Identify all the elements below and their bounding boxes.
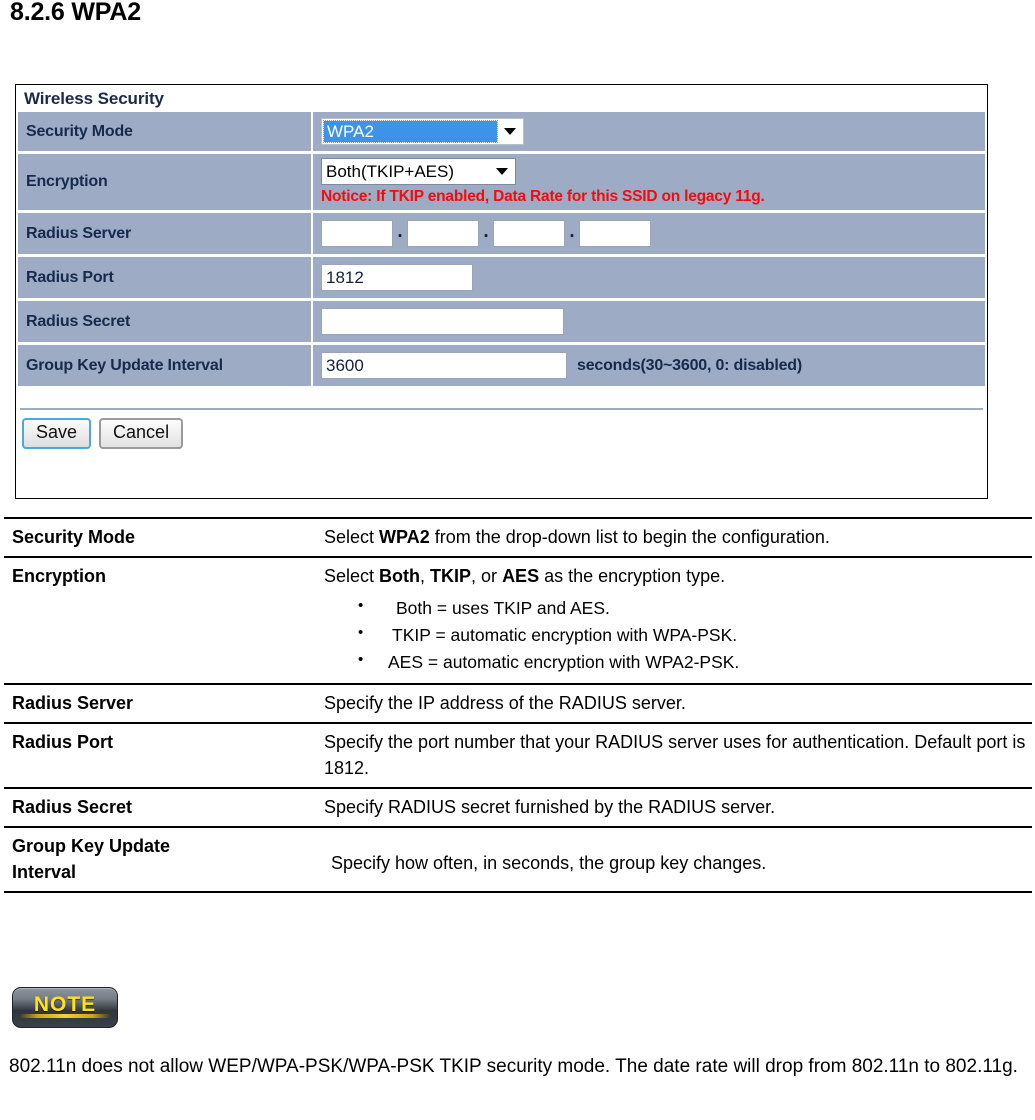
desc-text-part: , xyxy=(420,566,431,587)
chevron-down-icon xyxy=(497,128,523,135)
form-row-radius-port: Radius Port 1812 xyxy=(18,257,985,298)
group-key-field: 3600 seconds(30~3600, 0: disabled) xyxy=(313,345,985,386)
ip-separator-dot: . xyxy=(569,220,575,242)
desc-strong-wpa2: WPA2 xyxy=(379,527,430,547)
desc-text-radius-secret: Specify RADIUS secret furnished by the R… xyxy=(314,786,1032,828)
list-item: TKIP = automatic encryption with WPA-PSK… xyxy=(324,621,1028,649)
desc-term-line-1: Group Key Update xyxy=(12,835,171,856)
desc-text-radius-port: Specify the port number that your RADIUS… xyxy=(314,721,1032,789)
radius-server-octet-4[interactable] xyxy=(579,220,651,247)
desc-term-radius-secret: Radius Secret xyxy=(4,786,314,828)
desc-text-part: Select xyxy=(324,527,380,547)
desc-text-group-key: Specify how often, in seconds, the group… xyxy=(314,825,1032,894)
group-key-label: Group Key Update Interval xyxy=(18,345,311,386)
desc-term-radius-port: Radius Port xyxy=(4,721,314,789)
list-item: AES = automatic encryption with WPA2-PSK… xyxy=(324,648,1028,676)
radius-port-input[interactable]: 1812 xyxy=(321,264,473,291)
desc-text-security-mode: Select WPA2 from the drop-down list to b… xyxy=(314,516,1032,559)
radius-server-octet-3[interactable] xyxy=(493,220,565,247)
group-key-hint: seconds(30~3600, 0: disabled) xyxy=(577,356,802,374)
note-badge-label: NOTE xyxy=(33,992,97,1016)
list-item: Both = uses TKIP and AES. xyxy=(324,594,1028,622)
panel-button-bar: Save Cancel xyxy=(16,410,987,449)
radius-port-label: Radius Port xyxy=(18,257,311,298)
desc-text-part: Select xyxy=(324,566,380,587)
radius-secret-label: Radius Secret xyxy=(18,301,311,342)
table-row: Radius Secret Specify RADIUS secret furn… xyxy=(4,786,1032,828)
desc-term-security-mode: Security Mode xyxy=(4,516,314,559)
ip-separator-dot: . xyxy=(397,220,403,242)
form-row-group-key-interval: Group Key Update Interval 3600 seconds(3… xyxy=(18,345,985,386)
desc-strong-tkip: TKIP xyxy=(430,566,472,587)
encryption-value: Both(TKIP+AES) xyxy=(326,161,455,181)
desc-text-part: from the drop-down list to begin the con… xyxy=(429,527,830,547)
radius-server-octet-1[interactable] xyxy=(321,220,393,247)
radius-server-label: Radius Server xyxy=(18,213,311,254)
encryption-bullet-list: Both = uses TKIP and AES. TKIP = automat… xyxy=(324,594,1028,676)
table-row: Radius Server Specify the IP address of … xyxy=(4,682,1032,724)
cancel-button[interactable]: Cancel xyxy=(99,418,184,449)
chevron-down-icon xyxy=(489,168,515,175)
radius-port-field: 1812 xyxy=(313,257,985,298)
radius-server-field: . . . xyxy=(313,213,985,254)
encryption-label: Encryption xyxy=(18,154,311,210)
desc-term-group-key: Group Key Update Interval xyxy=(4,825,314,894)
desc-strong-aes: AES xyxy=(502,566,540,587)
desc-term-encryption: Encryption xyxy=(4,556,314,685)
wireless-security-panel: Wireless Security Security Mode WPA2 Enc… xyxy=(15,84,988,499)
group-key-input[interactable]: 3600 xyxy=(321,352,567,379)
desc-term-radius-server: Radius Server xyxy=(4,682,314,724)
save-button[interactable]: Save xyxy=(22,418,92,449)
desc-text-part: , or xyxy=(471,566,503,587)
desc-text-encryption: Select Both, TKIP, or AES as the encrypt… xyxy=(314,556,1032,685)
radius-secret-input[interactable] xyxy=(321,308,564,335)
form-row-radius-server: Radius Server . . . xyxy=(18,213,985,254)
ip-separator-dot: . xyxy=(483,220,489,242)
security-mode-value: WPA2 xyxy=(323,120,498,143)
table-row: Security Mode Select WPA2 from the drop-… xyxy=(4,516,1032,559)
table-row: Encryption Select Both, TKIP, or AES as … xyxy=(4,556,1032,685)
desc-text-radius-server: Specify the IP address of the RADIUS ser… xyxy=(314,682,1032,724)
radius-server-ip-group: . . . xyxy=(321,220,985,247)
form-row-security-mode: Security Mode WPA2 xyxy=(18,112,985,151)
encryption-field: Both(TKIP+AES) Notice: If TKIP enabled, … xyxy=(313,154,985,210)
note-text: 802.11n does not allow WEP/WPA-PSK/WPA-P… xyxy=(9,1056,1018,1077)
desc-text-part: as the encryption type. xyxy=(539,566,726,587)
desc-term-line-2: Interval xyxy=(12,862,77,883)
tkip-notice: Notice: If TKIP enabled, Data Rate for t… xyxy=(321,188,765,205)
panel-title: Wireless Security xyxy=(24,89,164,108)
note-badge-bar xyxy=(19,1014,111,1018)
form-row-encryption: Encryption Both(TKIP+AES) Notice: If TKI… xyxy=(18,154,985,210)
group-key-inline: 3600 seconds(30~3600, 0: disabled) xyxy=(321,352,985,379)
desc-strong-both: Both xyxy=(379,566,421,587)
table-row: Radius Port Specify the port number that… xyxy=(4,721,1032,789)
form-row-radius-secret: Radius Secret xyxy=(18,301,985,342)
radius-secret-field xyxy=(313,301,985,342)
security-mode-select[interactable]: WPA2 xyxy=(321,118,524,145)
settings-form: Security Mode WPA2 Encryption Both(TKIP+… xyxy=(16,112,987,386)
table-row: Group Key Update Interval Specify how of… xyxy=(4,825,1032,894)
encryption-select[interactable]: Both(TKIP+AES) xyxy=(321,158,516,185)
field-description-table: Security Mode Select WPA2 from the drop-… xyxy=(4,516,1032,894)
security-mode-label: Security Mode xyxy=(18,112,311,151)
page-title: 8.2.6 WPA2 xyxy=(10,0,141,26)
radius-server-octet-2[interactable] xyxy=(407,220,479,247)
note-badge: NOTE xyxy=(12,987,118,1028)
security-mode-field: WPA2 xyxy=(313,112,985,151)
